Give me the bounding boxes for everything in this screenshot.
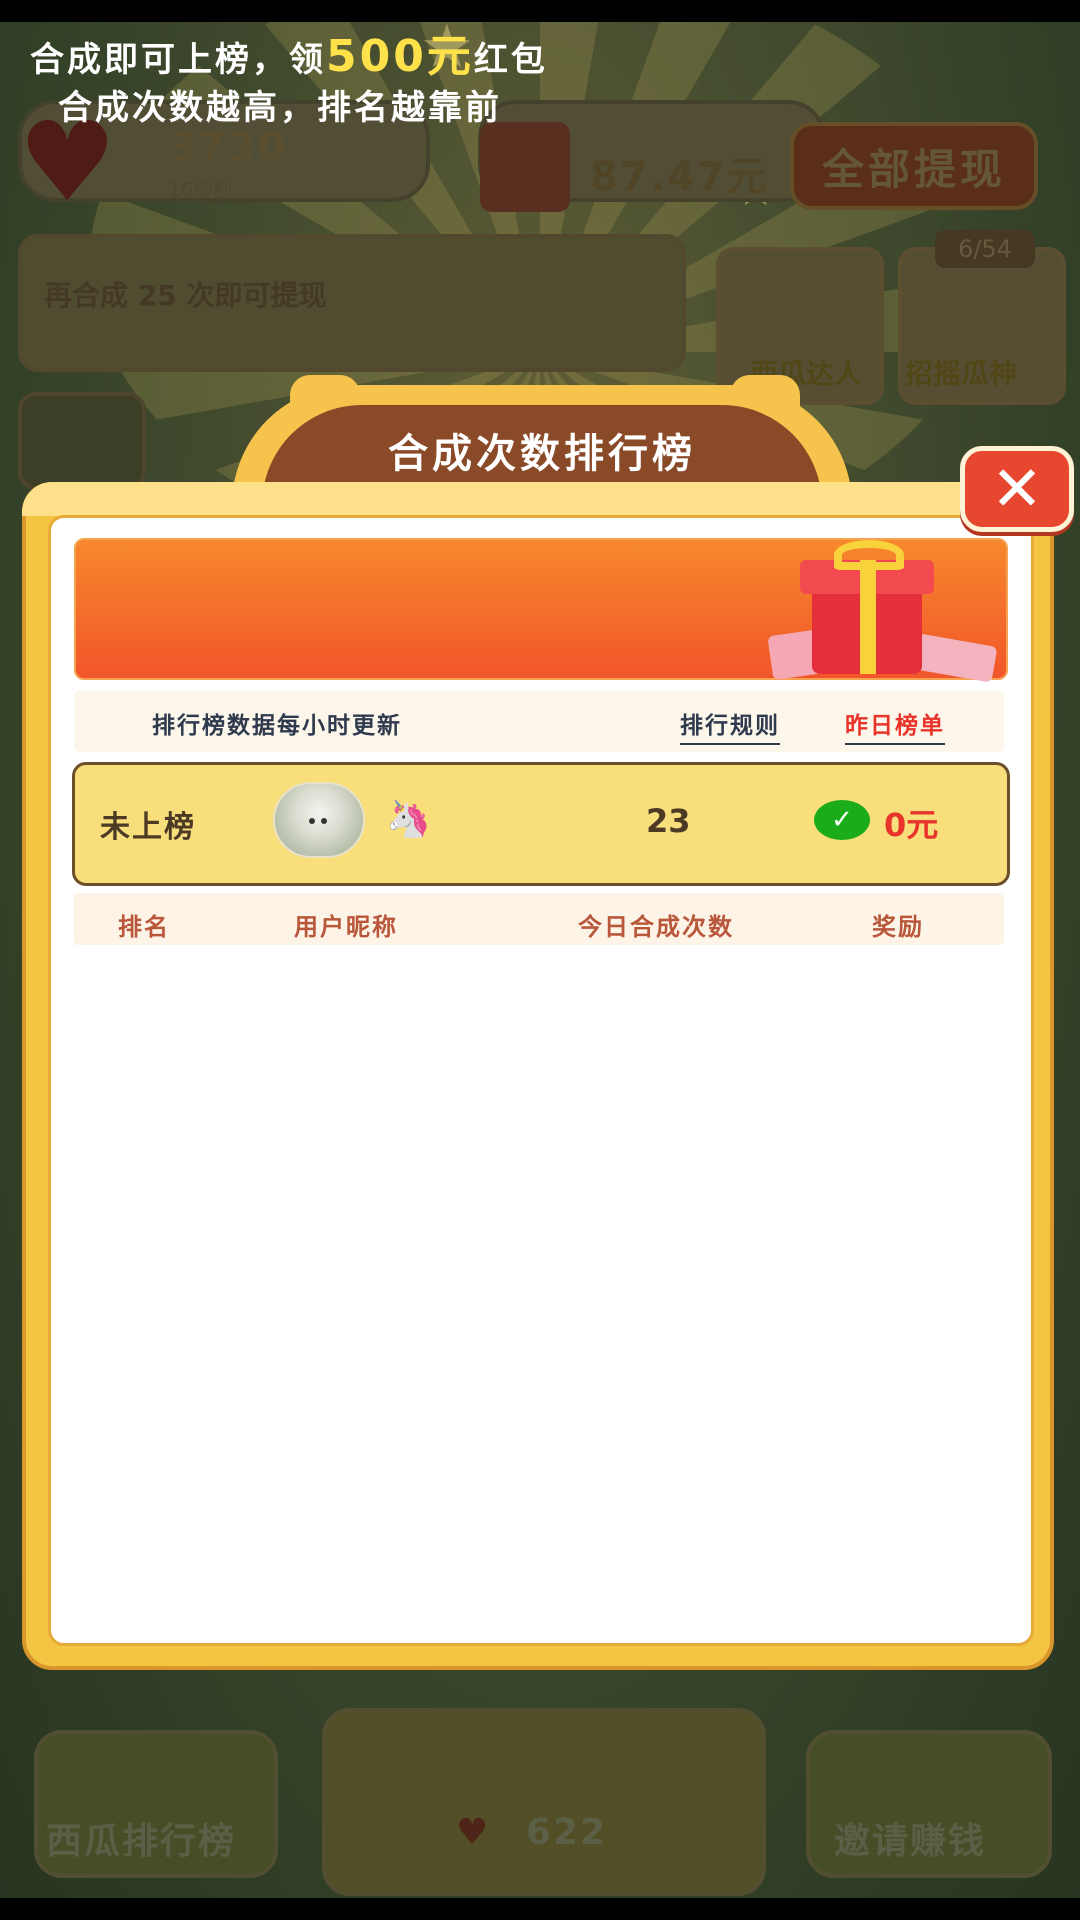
my-reward: 0元 xyxy=(884,806,939,844)
wechat-icon: ✓ xyxy=(814,800,870,840)
my-merge-count: 23 xyxy=(646,802,691,840)
ranking-list[interactable] xyxy=(74,950,1004,1630)
column-header-rank: 排名 xyxy=(118,913,170,941)
ranking-rules-link[interactable]: 排行规则 xyxy=(680,706,780,745)
my-rank-status: 未上榜 xyxy=(100,810,196,845)
unicorn-icon: 🦄 xyxy=(386,799,431,840)
promo-line-1: 合成即可上榜，领500元红包 xyxy=(30,20,548,84)
modal-top-edge xyxy=(22,482,1046,516)
table-header xyxy=(74,893,1004,945)
modal-title: 合成次数排行榜 xyxy=(388,431,696,477)
promo-suffix: 红包 xyxy=(473,40,548,80)
column-header-nickname: 用户昵称 xyxy=(294,913,398,941)
close-button[interactable]: ✕ xyxy=(960,446,1074,532)
promo-amount: 500元 xyxy=(326,31,474,82)
promo-line-2: 合成次数越高，排名越靠前 xyxy=(58,88,502,128)
close-icon: ✕ xyxy=(991,452,1043,525)
update-note: 排行榜数据每小时更新 xyxy=(152,713,402,739)
gift-bow xyxy=(834,540,904,570)
user-avatar xyxy=(273,782,365,858)
yesterday-ranking-link[interactable]: 昨日榜单 xyxy=(845,706,945,745)
column-header-reward: 奖励 xyxy=(872,913,924,941)
gift-ribbon xyxy=(860,560,876,674)
promo-prefix: 合成即可上榜，领 xyxy=(30,40,326,80)
column-header-merge-count: 今日合成次数 xyxy=(578,913,734,941)
